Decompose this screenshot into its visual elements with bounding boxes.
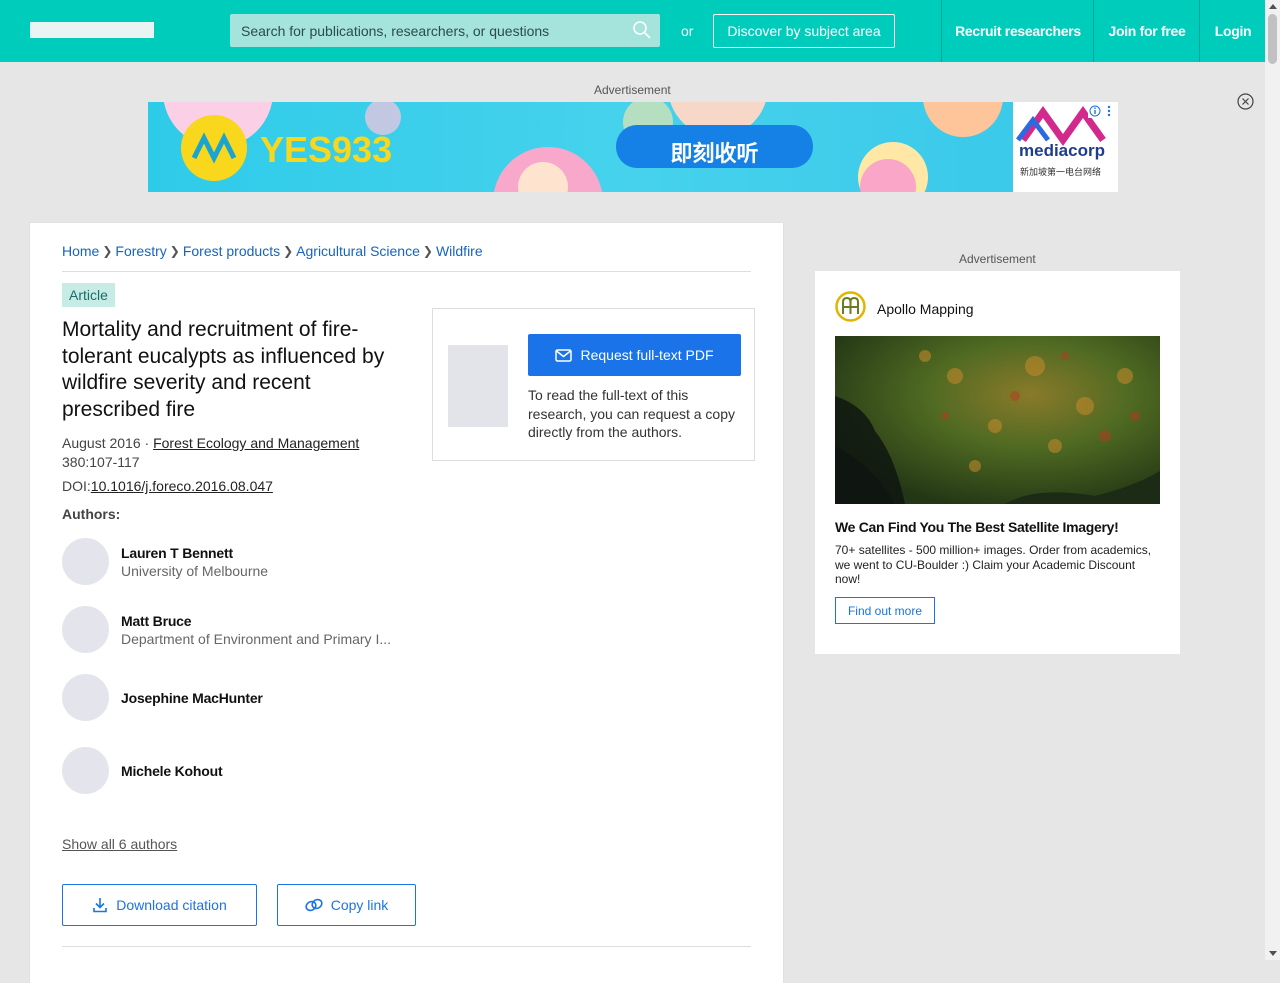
ad-headline[interactable]: We Can Find You The Best Satellite Image… xyxy=(835,519,1160,535)
doi-link[interactable]: 10.1016/j.foreco.2016.08.047 xyxy=(91,478,273,494)
doi-line: DOI:10.1016/j.foreco.2016.08.047 xyxy=(62,478,273,494)
scroll-up-arrow-icon[interactable] xyxy=(1269,4,1277,9)
search-box xyxy=(230,14,660,47)
author-name[interactable]: Matt Bruce xyxy=(121,613,192,629)
download-icon xyxy=(93,898,108,913)
link-icon xyxy=(305,898,323,912)
breadcrumb-agricultural-science[interactable]: Agricultural Science xyxy=(296,243,420,259)
avatar[interactable] xyxy=(62,674,109,721)
article-type-badge: Article xyxy=(62,283,115,307)
doi-prefix: DOI: xyxy=(62,478,91,494)
avatar[interactable] xyxy=(62,606,109,653)
divider xyxy=(62,271,751,272)
chevron-right-icon: ❯ xyxy=(422,244,433,258)
mail-icon xyxy=(555,348,573,362)
breadcrumb-forestry[interactable]: Forestry xyxy=(115,243,166,259)
close-ad-icon[interactable] xyxy=(1237,93,1254,110)
author-name[interactable]: Michele Kohout xyxy=(121,763,223,779)
apollo-mapping-logo-icon xyxy=(835,291,866,322)
request-fulltext-button[interactable]: Request full-text PDF xyxy=(528,334,741,376)
breadcrumb: Home ❯ Forestry ❯ Forest products ❯ Agri… xyxy=(62,243,483,259)
article-card: Home ❯ Forestry ❯ Forest products ❯ Agri… xyxy=(30,223,783,983)
authors-label: Authors: xyxy=(62,506,121,522)
discover-by-subject-button[interactable]: Discover by subject area xyxy=(713,14,895,48)
join-for-free-link[interactable]: Join for free xyxy=(1093,0,1200,62)
article-title: Mortality and recruitment of fire-tolera… xyxy=(62,318,385,421)
banner-brand-subtitle: 新加坡第一电台网络 xyxy=(1020,167,1102,177)
author-name[interactable]: Lauren T Bennett xyxy=(121,545,233,561)
satellite-image-artwork xyxy=(835,336,1160,504)
download-citation-label: Download citation xyxy=(116,897,227,913)
avatar[interactable] xyxy=(62,747,109,794)
breadcrumb-home[interactable]: Home xyxy=(62,243,99,259)
top-navigation-bar: or Discover by subject area Recruit rese… xyxy=(0,0,1265,62)
show-all-authors-link[interactable]: Show all 6 authors xyxy=(62,836,177,852)
download-citation-button[interactable]: Download citation xyxy=(62,884,257,926)
sidebar-ad[interactable]: Apollo Mapping We Can Find You The Best … xyxy=(815,271,1180,654)
request-fulltext-box: Request full-text PDF To read the full-t… xyxy=(432,308,755,461)
author-institution[interactable]: University of Melbourne xyxy=(121,563,391,579)
scroll-thumb[interactable] xyxy=(1268,14,1277,64)
banner-station-name: YES933 xyxy=(260,129,393,170)
avatar[interactable] xyxy=(62,538,109,585)
breadcrumb-forest-products[interactable]: Forest products xyxy=(183,243,280,259)
ad-info-icon[interactable] xyxy=(1088,104,1116,118)
or-label: or xyxy=(681,23,694,39)
search-icon[interactable] xyxy=(632,20,652,40)
journal-link[interactable]: Forest Ecology and Management xyxy=(153,435,359,451)
search-input[interactable] xyxy=(230,14,631,47)
chevron-right-icon: ❯ xyxy=(283,244,294,258)
author-institution[interactable]: Department of Environment and Primary I.… xyxy=(121,631,391,647)
breadcrumb-wildfire[interactable]: Wildfire xyxy=(436,243,483,259)
publication-date: August 2016 · xyxy=(62,435,154,451)
advertisement-label: Advertisement xyxy=(594,83,671,97)
ad-description: 70+ satellites - 500 million+ images. Or… xyxy=(835,543,1152,586)
divider xyxy=(62,946,751,947)
document-thumbnail xyxy=(448,345,508,427)
find-out-more-button[interactable]: Find out more xyxy=(835,597,935,624)
satellite-image[interactable] xyxy=(835,336,1160,504)
banner-brand: mediacorp xyxy=(1019,141,1105,160)
request-fulltext-label: Request full-text PDF xyxy=(580,347,714,363)
banner-ad[interactable]: YES933 即刻收听 mediacorp 新加坡第一电台网络 xyxy=(148,102,1118,192)
chevron-right-icon: ❯ xyxy=(102,244,113,258)
site-logo[interactable] xyxy=(30,22,154,38)
ad-brand-name[interactable]: Apollo Mapping xyxy=(877,301,974,317)
login-link[interactable]: Login xyxy=(1199,0,1266,62)
banner-listen-button[interactable]: 即刻收听 xyxy=(616,136,813,168)
chevron-right-icon: ❯ xyxy=(169,244,180,258)
request-fulltext-description: To read the full-text of this research, … xyxy=(528,387,736,440)
publication-pages: 380:107-117 xyxy=(62,454,140,470)
recruit-researchers-link[interactable]: Recruit researchers xyxy=(941,0,1094,62)
copy-link-button[interactable]: Copy link xyxy=(277,884,416,926)
publication-info: August 2016 · Forest Ecology and Managem… xyxy=(62,435,359,451)
copy-link-label: Copy link xyxy=(330,897,389,913)
scroll-down-arrow-icon[interactable] xyxy=(1269,951,1277,956)
page-scrollbar[interactable] xyxy=(1265,0,1280,960)
advertisement-label: Advertisement xyxy=(959,252,1036,266)
author-name[interactable]: Josephine MacHunter xyxy=(121,690,263,706)
